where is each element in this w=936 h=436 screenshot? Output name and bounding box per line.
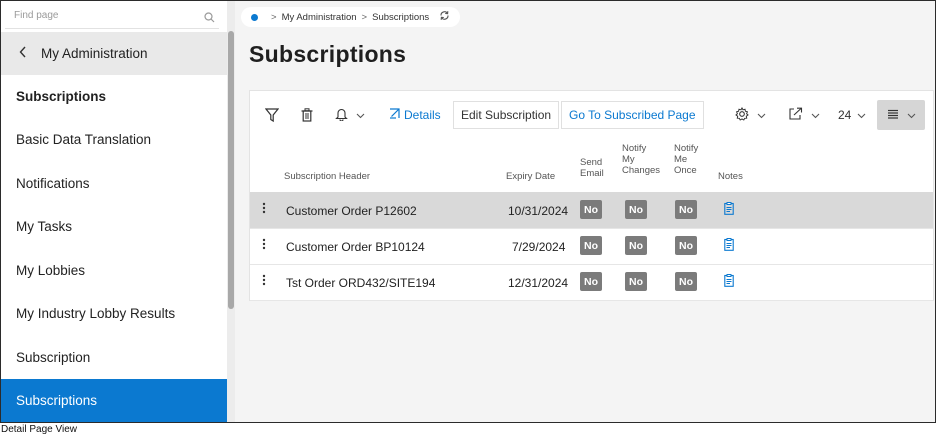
- column-notify-my-changes-line: Notify: [622, 143, 647, 154]
- send-email-badge: No: [580, 272, 602, 291]
- page-size-value: 24: [838, 108, 852, 122]
- chevron-down-icon: [857, 108, 866, 122]
- sidebar-item-subscription[interactable]: Subscription: [1, 336, 227, 379]
- column-notify-me-once[interactable]: Notify Me Once: [674, 143, 698, 176]
- table-row[interactable]: Customer Order BP10124 7/29/2024 No No N…: [250, 228, 933, 265]
- gear-icon: [735, 106, 749, 124]
- sidebar-item-notifications[interactable]: Notifications: [1, 162, 227, 205]
- chevron-down-icon: [356, 108, 365, 122]
- sidebar-item-subscriptions-heading[interactable]: Subscriptions: [1, 75, 227, 118]
- edit-subscription-button[interactable]: Edit Subscription: [453, 101, 560, 129]
- breadcrumb-separator: >: [361, 11, 368, 23]
- column-send-email[interactable]: Send Email: [580, 157, 604, 179]
- chevron-left-icon: [19, 46, 27, 61]
- find-page-input[interactable]: [5, 4, 194, 26]
- sidebar-item-my-lobbies[interactable]: My Lobbies: [1, 249, 227, 292]
- breadcrumb-item-my-administration[interactable]: My Administration: [282, 12, 357, 23]
- row-menu-icon[interactable]: [262, 238, 266, 253]
- chevron-down-icon: [811, 108, 820, 122]
- sidebar-scroll-thumb[interactable]: [228, 31, 234, 309]
- cell-expiry-date: 7/29/2024: [512, 240, 566, 254]
- column-notify-my-changes-line: My: [622, 154, 635, 165]
- delete-icon[interactable]: [301, 101, 313, 129]
- open-details-icon: [389, 108, 400, 122]
- send-email-badge: No: [580, 236, 602, 255]
- column-notes[interactable]: Notes: [718, 171, 743, 182]
- back-to-parent[interactable]: My Administration: [1, 32, 227, 75]
- details-label: Details: [404, 108, 441, 122]
- cell-subscription-header[interactable]: Customer Order BP10124: [286, 240, 425, 254]
- bell-icon: [335, 107, 348, 124]
- column-notify-me-once-line: Me: [674, 154, 688, 165]
- send-email-badge: No: [580, 200, 602, 219]
- notes-icon[interactable]: [724, 274, 734, 290]
- notify-me-once-badge: No: [675, 272, 697, 291]
- refresh-icon[interactable]: [439, 10, 450, 24]
- filter-icon[interactable]: [265, 101, 279, 129]
- row-menu-icon[interactable]: [262, 274, 266, 289]
- notes-icon[interactable]: [724, 238, 734, 254]
- sidebar-item-my-industry-lobby-results[interactable]: My Industry Lobby Results: [1, 292, 227, 335]
- export-dropdown[interactable]: [789, 101, 820, 129]
- notification-bell-dropdown[interactable]: [335, 101, 365, 129]
- breadcrumb-separator: >: [271, 11, 277, 23]
- find-page-search: [5, 4, 219, 29]
- sidebar: My Administration Subscriptions Basic Da…: [1, 1, 227, 422]
- sidebar-item-basic-data-translation[interactable]: Basic Data Translation: [1, 118, 227, 161]
- cell-subscription-header[interactable]: Tst Order ORD432/SITE194: [286, 276, 435, 290]
- chevron-down-icon: [757, 108, 766, 122]
- density-dropdown[interactable]: [877, 100, 925, 130]
- chevron-down-icon: [907, 106, 916, 124]
- home-dot-icon[interactable]: [251, 13, 258, 21]
- sidebar-item-subscriptions-active[interactable]: Subscriptions: [1, 379, 227, 422]
- column-subscription-header[interactable]: Subscription Header: [284, 171, 370, 182]
- column-send-email-line: Email: [580, 168, 604, 179]
- sidebar-item-my-tasks[interactable]: My Tasks: [1, 205, 227, 248]
- details-link[interactable]: Details: [389, 101, 441, 129]
- table-header: Subscription Header Expiry Date Send Ema…: [250, 139, 933, 191]
- figure-caption: Detail Page View: [1, 424, 77, 435]
- settings-dropdown[interactable]: [735, 101, 766, 129]
- sidebar-scrollbar[interactable]: [227, 1, 235, 422]
- page-size-dropdown[interactable]: 24: [838, 101, 866, 129]
- export-icon: [789, 107, 803, 123]
- cell-expiry-date: 12/31/2024: [508, 276, 569, 290]
- column-notify-my-changes-line: Changes: [622, 165, 661, 176]
- cell-expiry-date: 10/31/2024: [508, 204, 569, 218]
- table-row[interactable]: Customer Order P12602 10/31/2024 No No N…: [250, 192, 933, 229]
- cell-subscription-header[interactable]: Customer Order P12602: [286, 204, 417, 218]
- table-row[interactable]: Tst Order ORD432/SITE194 12/31/2024 No N…: [250, 264, 933, 301]
- breadcrumb: > My Administration > Subscriptions: [241, 7, 461, 27]
- app-window: My Administration Subscriptions Basic Da…: [0, 0, 936, 423]
- list-density-icon: [887, 106, 899, 124]
- column-notify-me-once-line: Once: [674, 165, 697, 176]
- search-icon[interactable]: [204, 10, 215, 28]
- column-expiry-date[interactable]: Expiry Date: [506, 171, 555, 182]
- notify-my-changes-badge: No: [625, 236, 647, 255]
- breadcrumb-item-subscriptions: Subscriptions: [372, 11, 430, 23]
- notify-my-changes-badge: No: [625, 200, 647, 219]
- subscriptions-list-card: Details Edit Subscription Go To Subscrib…: [249, 90, 934, 301]
- notify-me-once-badge: No: [675, 200, 697, 219]
- column-send-email-line: Send: [580, 157, 603, 168]
- list-toolbar: Details Edit Subscription Go To Subscrib…: [250, 91, 933, 139]
- column-notify-my-changes[interactable]: Notify My Changes: [622, 143, 660, 176]
- notify-my-changes-badge: No: [625, 272, 647, 291]
- back-label: My Administration: [41, 46, 148, 61]
- notify-me-once-badge: No: [675, 236, 697, 255]
- page-title: Subscriptions: [249, 41, 407, 67]
- row-menu-icon[interactable]: [262, 202, 266, 217]
- go-to-subscribed-page-button[interactable]: Go To Subscribed Page: [561, 101, 704, 129]
- notes-icon[interactable]: [724, 202, 734, 218]
- column-notify-me-once-line: Notify: [674, 143, 699, 154]
